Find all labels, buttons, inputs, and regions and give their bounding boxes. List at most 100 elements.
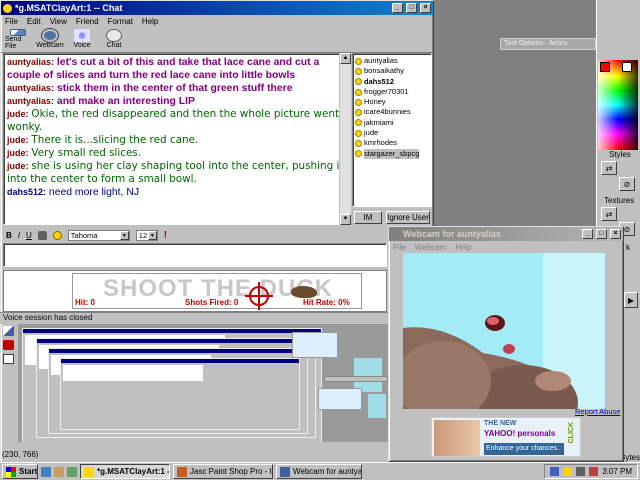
menu-format[interactable]: Format [108, 17, 133, 26]
message-author[interactable]: jude: [7, 161, 29, 171]
k-label: k [626, 243, 630, 252]
user-list-item[interactable]: kmrhodes [355, 138, 429, 148]
webcam-menu-help[interactable]: Help [455, 243, 471, 252]
menu-file[interactable]: File [5, 17, 18, 26]
network-icon[interactable] [550, 467, 560, 476]
chat-log[interactable]: auntyalias: let's cut a bit of this and … [3, 53, 349, 225]
chat-message: dahs512: need more light, NJ [7, 186, 345, 199]
user-name: jude [364, 128, 379, 138]
fill-icon[interactable] [3, 340, 14, 350]
menu-edit[interactable]: Edit [27, 17, 41, 26]
message-author[interactable]: jude: [7, 148, 29, 158]
user-list-item[interactable]: Honey [355, 97, 429, 107]
user-name: bonsaikathy [364, 66, 405, 76]
user-list[interactable]: auntyalias bonsaikathy dahs512 frogger70301… [352, 53, 432, 207]
font-select[interactable]: Tahoma ▼ [67, 229, 130, 241]
taskbar-item-label: Jasc Paint Shop Pro - Ima... [190, 467, 272, 476]
user-list-item[interactable]: auntyalias [355, 56, 429, 66]
quicklaunch-desktop-icon[interactable] [67, 466, 77, 477]
quicklaunch-ie-icon[interactable] [41, 466, 51, 477]
webcam-titlebar[interactable]: Webcam for auntyalias _ □ × [389, 227, 623, 241]
im-button[interactable]: IM [354, 211, 382, 224]
maximize-button[interactable]: □ [596, 229, 607, 239]
emoticon-icon[interactable] [52, 230, 62, 240]
chat-message: auntyalias: and make an interesting LIP [7, 95, 345, 108]
duck-icon [291, 286, 317, 298]
recursive-screen-image [18, 324, 388, 448]
menu-help[interactable]: Help [142, 17, 158, 26]
taskbar-item[interactable]: Webcam for auntyalias [276, 464, 362, 479]
chat-scrollbar[interactable]: ▲ ▼ [339, 53, 351, 225]
messenger-tray-icon[interactable] [563, 467, 573, 476]
background-color-swatch[interactable] [622, 62, 632, 72]
ad-hit-count: Hit: 0 [75, 298, 95, 307]
chat-titlebar[interactable]: *g.MSATClayArt:1 -- Chat _ □ × [1, 1, 433, 15]
user-list-item[interactable]: icare4bunnies [355, 107, 429, 117]
foreground-color-swatch[interactable] [600, 62, 610, 72]
ad-photo [434, 420, 480, 456]
message-text: Very small red slices. [31, 147, 142, 159]
minimize-button[interactable]: _ [392, 3, 403, 13]
bold-button[interactable]: B [6, 231, 12, 240]
user-list-item[interactable]: dahs512 [355, 77, 429, 87]
scroll-down-icon[interactable]: ▼ [340, 214, 351, 225]
color-picker-icon[interactable] [37, 230, 47, 240]
alert-icon[interactable]: ! [164, 230, 167, 241]
quicklaunch-folder-icon[interactable] [54, 466, 64, 477]
pencil-icon[interactable] [3, 326, 14, 336]
report-abuse-link[interactable]: Report Abuse [575, 407, 620, 416]
antivirus-icon[interactable] [589, 467, 599, 476]
ignore-user-button[interactable]: Ignore User [386, 211, 430, 224]
italic-button[interactable]: I [18, 231, 20, 240]
scroll-up-icon[interactable]: ▲ [340, 53, 351, 64]
webcam-icon [391, 229, 400, 239]
nested-window [60, 358, 300, 430]
scroll-right-icon[interactable]: ▶ [624, 292, 638, 308]
message-text: let's cut a bit of this and take that la… [7, 57, 320, 81]
message-author[interactable]: jude: [7, 135, 29, 145]
menu-friend[interactable]: Friend [76, 17, 99, 26]
nested-yahoo-ad [292, 332, 338, 358]
webcam-button[interactable]: Webcam [36, 29, 64, 50]
user-list-item[interactable]: bonsaikathy [355, 66, 429, 76]
user-list-item[interactable]: frogger70301 [355, 87, 429, 97]
taskbar-app-icon [177, 466, 187, 477]
yahoo-personals-ad[interactable]: THE NEW YAHOO! personals Enhance your ch… [431, 417, 581, 457]
chat-button[interactable]: Chat [101, 29, 127, 50]
webcam-menu-webcam[interactable]: Webcam [415, 243, 446, 252]
message-author[interactable]: dahs512: [7, 187, 46, 197]
maximize-button[interactable]: □ [406, 3, 417, 13]
voice-button[interactable]: Voice [69, 29, 95, 50]
start-button[interactable]: Start [2, 464, 38, 479]
user-smiley-icon [355, 109, 362, 117]
webcam-menu-file[interactable]: File [393, 243, 406, 252]
user-smiley-icon [355, 129, 362, 137]
user-list-item[interactable]: jakmiami [355, 118, 429, 128]
user-list-item[interactable]: jude [355, 128, 429, 138]
menu-view[interactable]: View [50, 17, 67, 26]
no-style-icon[interactable]: ⊘ [619, 177, 635, 191]
swap-colors-icon[interactable]: ⇄ [601, 161, 617, 175]
texture-swap-icon[interactable]: ⇄ [601, 207, 617, 221]
message-author[interactable]: jude: [7, 109, 29, 119]
user-smiley-icon [355, 78, 362, 86]
send-file-button[interactable]: Send File [5, 29, 31, 50]
message-author[interactable]: auntyalias: [7, 57, 54, 67]
message-author[interactable]: auntyalias: [7, 96, 54, 106]
user-name: icare4bunnies [364, 107, 411, 117]
minimize-button[interactable]: _ [582, 229, 593, 239]
taskbar-item[interactable]: *g.MSATClayArt:1 -- ... [80, 464, 170, 479]
clock: 3:07 PM [602, 467, 632, 476]
close-button[interactable]: × [610, 229, 621, 239]
frame-icon[interactable] [3, 354, 14, 364]
message-author[interactable]: auntyalias: [7, 83, 54, 93]
user-list-item[interactable]: stargazer_sbpcg [355, 148, 429, 159]
close-button[interactable]: × [420, 3, 431, 13]
font-size-select[interactable]: 12 ▼ [135, 229, 158, 241]
speaker-icon[interactable] [576, 467, 586, 476]
shoot-the-duck-ad[interactable]: SHOOT THE DUCK Hit: 0 Shots Fired: 0 Hit… [72, 273, 362, 310]
tool-options-palette[interactable]: Tool Options - Airbru [500, 38, 596, 50]
message-input[interactable] [3, 243, 387, 267]
taskbar-item[interactable]: Jasc Paint Shop Pro - Ima... [173, 464, 273, 479]
underline-button[interactable]: U [26, 231, 32, 240]
